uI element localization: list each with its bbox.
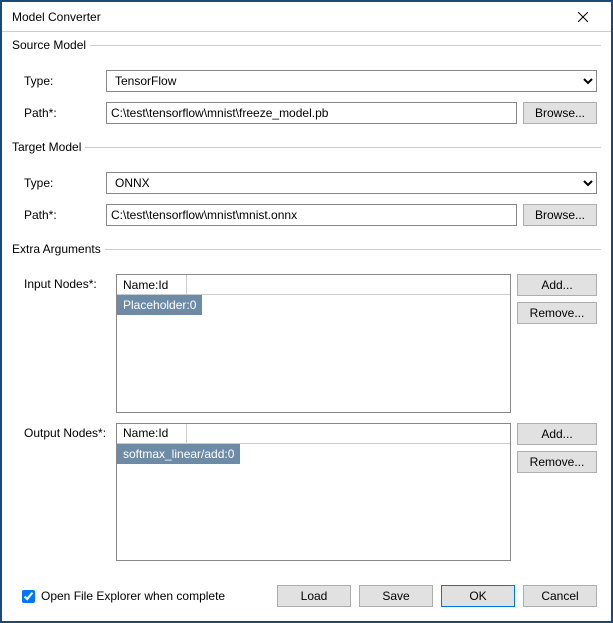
target-type-label: Type:: [16, 176, 106, 190]
input-node-item[interactable]: Placeholder:0: [117, 295, 202, 315]
source-path-input[interactable]: [106, 102, 517, 124]
footer-bar: Open File Explorer when complete Load Sa…: [12, 575, 601, 611]
target-path-label: Path*:: [16, 208, 106, 222]
output-node-item[interactable]: softmax_linear/add:0: [117, 444, 240, 464]
source-type-select[interactable]: TensorFlow: [106, 70, 597, 92]
input-remove-button[interactable]: Remove...: [517, 302, 597, 324]
open-explorer-checkbox[interactable]: [22, 590, 35, 603]
source-type-label: Type:: [16, 74, 106, 88]
output-add-button[interactable]: Add...: [517, 423, 597, 445]
output-nodes-label: Output Nodes*:: [16, 423, 116, 562]
ok-button[interactable]: OK: [441, 585, 515, 607]
target-legend: Target Model: [12, 140, 85, 154]
open-explorer-checkbox-wrap[interactable]: Open File Explorer when complete: [16, 589, 225, 603]
output-nodes-body: softmax_linear/add:0: [117, 444, 510, 561]
extra-arguments-group: Extra Arguments Input Nodes*: Name:Id Pl…: [12, 242, 601, 575]
output-remove-button[interactable]: Remove...: [517, 451, 597, 473]
open-explorer-label: Open File Explorer when complete: [41, 589, 225, 603]
source-browse-button[interactable]: Browse...: [523, 102, 597, 124]
input-add-button[interactable]: Add...: [517, 274, 597, 296]
source-path-label: Path*:: [16, 106, 106, 120]
extra-legend: Extra Arguments: [12, 242, 105, 256]
target-path-input[interactable]: [106, 204, 517, 226]
target-model-group: Target Model Type: ONNX Path*: Browse...: [12, 140, 601, 240]
cancel-button[interactable]: Cancel: [523, 585, 597, 607]
titlebar: Model Converter: [2, 2, 611, 32]
window-title: Model Converter: [12, 10, 101, 24]
target-type-select[interactable]: ONNX: [106, 172, 597, 194]
save-button[interactable]: Save: [359, 585, 433, 607]
input-nodes-list[interactable]: Name:Id Placeholder:0: [116, 274, 511, 413]
close-button[interactable]: [563, 3, 603, 31]
close-icon: [578, 12, 588, 22]
output-nodes-header: Name:Id: [117, 424, 510, 444]
source-legend: Source Model: [12, 38, 90, 52]
target-browse-button[interactable]: Browse...: [523, 204, 597, 226]
input-nodes-header-cell: Name:Id: [117, 275, 187, 294]
input-nodes-header: Name:Id: [117, 275, 510, 295]
input-nodes-body: Placeholder:0: [117, 295, 510, 412]
source-model-group: Source Model Type: TensorFlow Path*: Bro…: [12, 38, 601, 138]
input-nodes-label: Input Nodes*:: [16, 274, 116, 413]
load-button[interactable]: Load: [277, 585, 351, 607]
output-nodes-list[interactable]: Name:Id softmax_linear/add:0: [116, 423, 511, 562]
dialog-content: Source Model Type: TensorFlow Path*: Bro…: [2, 32, 611, 621]
output-nodes-header-cell: Name:Id: [117, 424, 187, 443]
